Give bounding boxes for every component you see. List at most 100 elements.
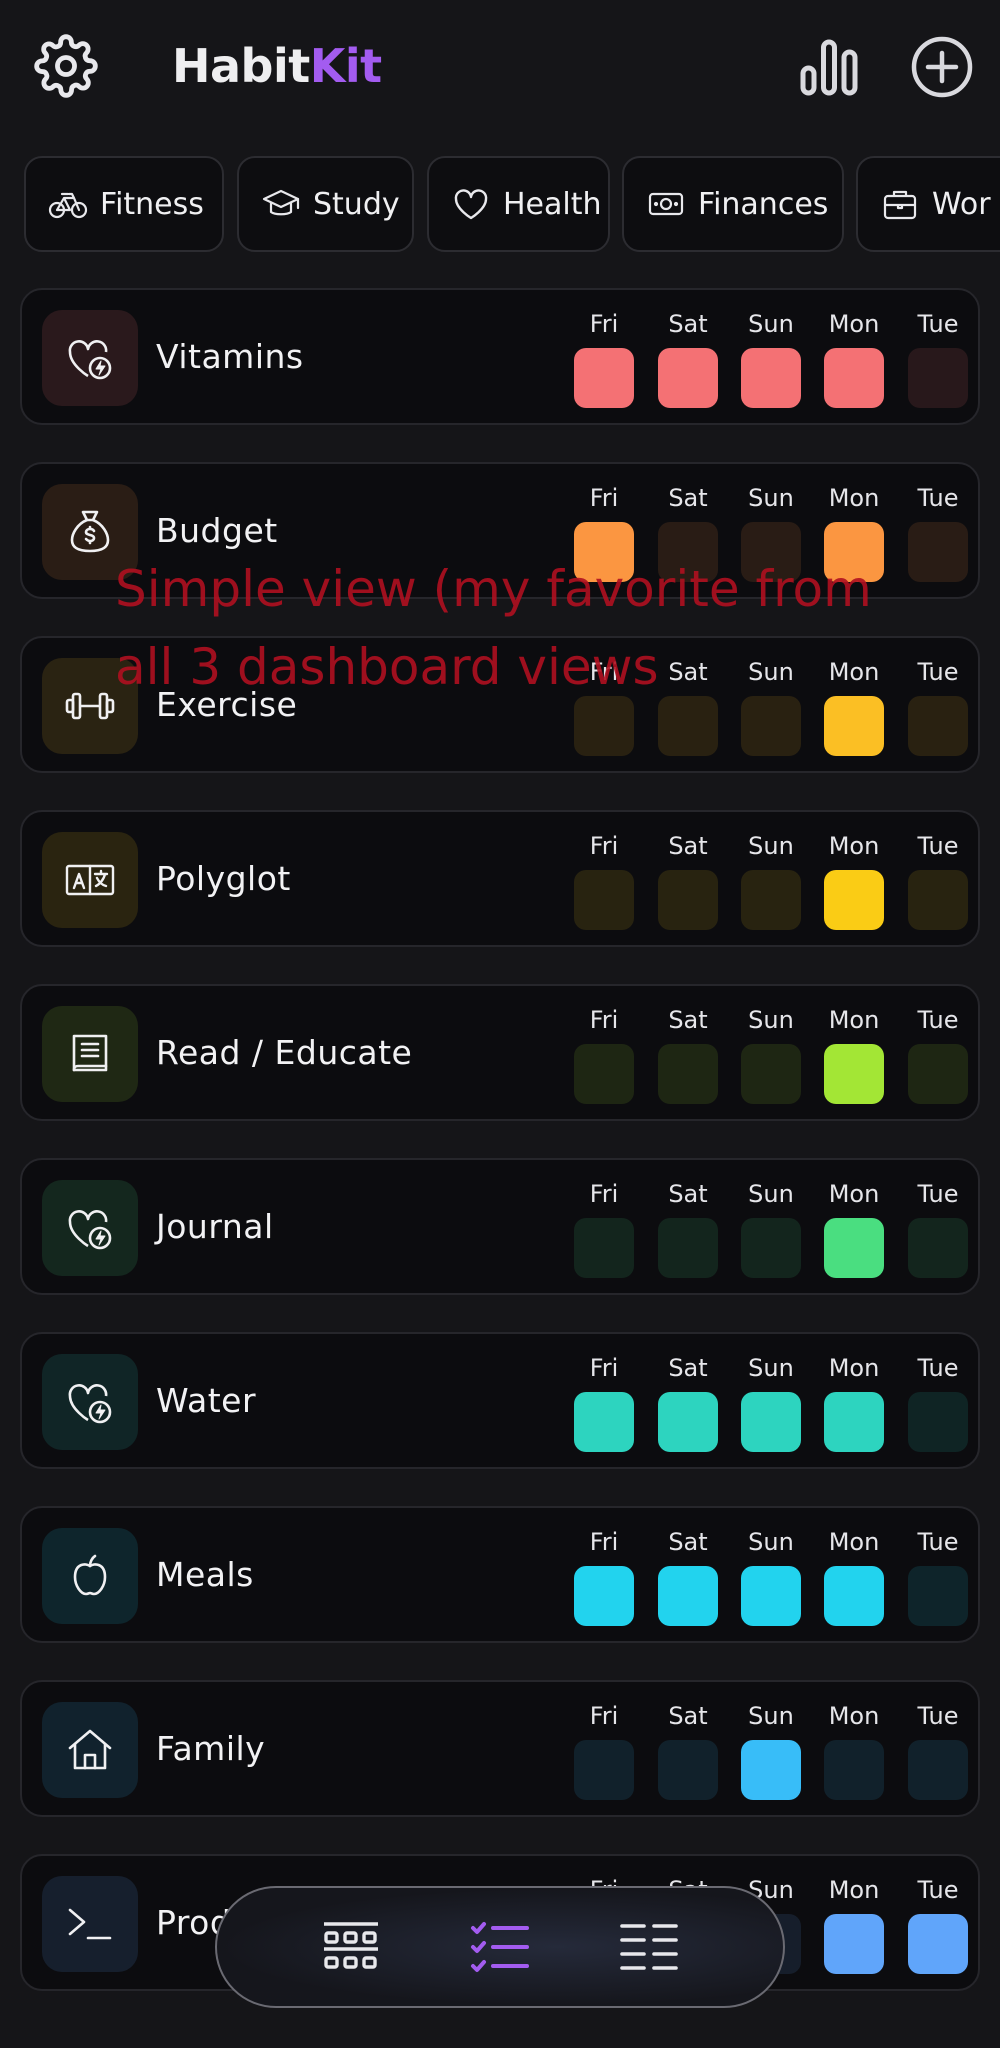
day-completion-toggle[interactable] — [741, 348, 801, 408]
day-completion-toggle[interactable] — [658, 1566, 718, 1626]
day-completion-toggle[interactable] — [574, 1566, 634, 1626]
dumbbell-icon — [65, 692, 115, 720]
habit-name: Family — [156, 1729, 266, 1768]
day-label-sun: Sun — [748, 1180, 794, 1208]
day-completion-toggle[interactable] — [741, 1044, 801, 1104]
habit-icon-box — [42, 1702, 138, 1798]
day-completion-toggle[interactable] — [658, 348, 718, 408]
day-label-sat: Sat — [668, 1180, 708, 1208]
day-completion-toggle[interactable] — [741, 870, 801, 930]
day-label-mon: Mon — [828, 1180, 880, 1208]
day-completion-toggle[interactable] — [824, 348, 884, 408]
day-completion-toggle[interactable] — [908, 1566, 968, 1626]
day-completion-toggle[interactable] — [741, 1566, 801, 1626]
day-completion-toggle[interactable] — [908, 1218, 968, 1278]
day-completion-toggle[interactable] — [908, 870, 968, 930]
day-completion-toggle[interactable] — [908, 1914, 968, 1974]
day-label-tue: Tue — [917, 1006, 959, 1034]
day-completion-toggle[interactable] — [658, 1218, 718, 1278]
day-completion-toggle[interactable] — [824, 1914, 884, 1974]
day-completion-toggle[interactable] — [658, 870, 718, 930]
day-label-fri: Fri — [589, 1528, 619, 1556]
plus-circle-icon[interactable] — [910, 35, 974, 99]
day-completion-toggle[interactable] — [824, 1740, 884, 1800]
checklist-icon[interactable] — [467, 1914, 533, 1980]
habit-card-family[interactable]: Family Fri Sat Sun Mon Tue — [20, 1680, 980, 1817]
habit-icon-box — [42, 1876, 138, 1972]
habit-card-water[interactable]: Water Fri Sat Sun Mon Tue — [20, 1332, 980, 1469]
graduation-cap-icon — [262, 189, 300, 216]
list-view-icon[interactable] — [616, 1914, 682, 1980]
category-chip-label: Fitness — [100, 186, 204, 222]
day-label-tue: Tue — [917, 1354, 959, 1382]
day-label-sat: Sat — [668, 832, 708, 860]
day-completion-toggle[interactable] — [658, 1392, 718, 1452]
habit-card-read-educate[interactable]: Read / Educate Fri Sat Sun Mon Tue — [20, 984, 980, 1121]
day-label-sat: Sat — [668, 1528, 708, 1556]
day-label-fri: Fri — [589, 310, 619, 338]
day-label-sun: Sun — [748, 484, 794, 512]
bicycle-icon — [48, 192, 88, 219]
day-completion-toggle[interactable] — [824, 1566, 884, 1626]
category-chip-fitness[interactable]: Fitness — [24, 156, 224, 252]
bottom-view-switcher — [215, 1886, 785, 2008]
app-title: HabitKit — [172, 36, 382, 96]
day-label-sun: Sun — [748, 832, 794, 860]
day-label-tue: Tue — [917, 832, 959, 860]
grid-view-icon[interactable] — [318, 1914, 384, 1980]
day-label-sat: Sat — [668, 1702, 708, 1730]
category-chip-work[interactable]: Wor — [856, 156, 1000, 252]
category-chip-label: Health — [503, 186, 602, 222]
habit-icon-box — [42, 1006, 138, 1102]
day-completion-toggle[interactable] — [574, 348, 634, 408]
day-completion-toggle[interactable] — [824, 1392, 884, 1452]
day-completion-toggle[interactable] — [908, 1392, 968, 1452]
category-chip-study[interactable]: Study — [237, 156, 414, 252]
home-icon — [68, 1729, 112, 1770]
habit-card-vitamins[interactable]: Vitamins Fri Sat Sun Mon Tue — [20, 288, 980, 425]
day-label-fri: Fri — [589, 832, 619, 860]
day-label-tue: Tue — [917, 1702, 959, 1730]
briefcase-icon — [883, 190, 917, 220]
day-completion-toggle[interactable] — [908, 1740, 968, 1800]
heart-bolt-icon — [68, 340, 112, 380]
category-chip-label: Wor — [932, 186, 991, 222]
day-completion-toggle[interactable] — [741, 1218, 801, 1278]
day-completion-toggle[interactable] — [574, 870, 634, 930]
day-completion-toggle[interactable] — [824, 870, 884, 930]
money-icon — [648, 192, 684, 216]
day-completion-toggle[interactable] — [658, 1044, 718, 1104]
habit-name: Vitamins — [156, 337, 304, 376]
day-completion-toggle[interactable] — [574, 1392, 634, 1452]
day-completion-toggle[interactable] — [574, 1218, 634, 1278]
bar-chart-icon[interactable] — [800, 38, 858, 96]
day-label-mon: Mon — [828, 1354, 880, 1382]
day-completion-toggle[interactable] — [574, 1044, 634, 1104]
habit-name: Read / Educate — [156, 1033, 413, 1072]
day-completion-toggle[interactable] — [741, 1740, 801, 1800]
day-label-tue: Tue — [917, 1528, 959, 1556]
habit-card-journal[interactable]: Journal Fri Sat Sun Mon Tue — [20, 1158, 980, 1295]
habit-card-polyglot[interactable]: Polyglot Fri Sat Sun Mon Tue — [20, 810, 980, 947]
category-chip-finances[interactable]: Finances — [622, 156, 844, 252]
gear-icon[interactable] — [34, 34, 98, 98]
habit-card-meals[interactable]: Meals Fri Sat Sun Mon Tue — [20, 1506, 980, 1643]
day-completion-toggle[interactable] — [574, 1740, 634, 1800]
day-completion-toggle[interactable] — [658, 1740, 718, 1800]
day-label-sun: Sun — [748, 310, 794, 338]
day-label-mon: Mon — [828, 484, 880, 512]
habit-name: Journal — [156, 1207, 274, 1246]
day-label-sat: Sat — [668, 484, 708, 512]
habit-icon-box — [42, 310, 138, 406]
day-label-mon: Mon — [828, 832, 880, 860]
day-label-fri: Fri — [589, 1354, 619, 1382]
day-completion-toggle[interactable] — [824, 1044, 884, 1104]
day-completion-toggle[interactable] — [908, 348, 968, 408]
day-label-sun: Sun — [748, 1528, 794, 1556]
day-completion-toggle[interactable] — [908, 1044, 968, 1104]
day-completion-toggle[interactable] — [741, 1392, 801, 1452]
day-label-sat: Sat — [668, 1354, 708, 1382]
heart-bolt-icon — [68, 1384, 112, 1424]
category-chip-health[interactable]: Health — [427, 156, 610, 252]
day-completion-toggle[interactable] — [824, 1218, 884, 1278]
